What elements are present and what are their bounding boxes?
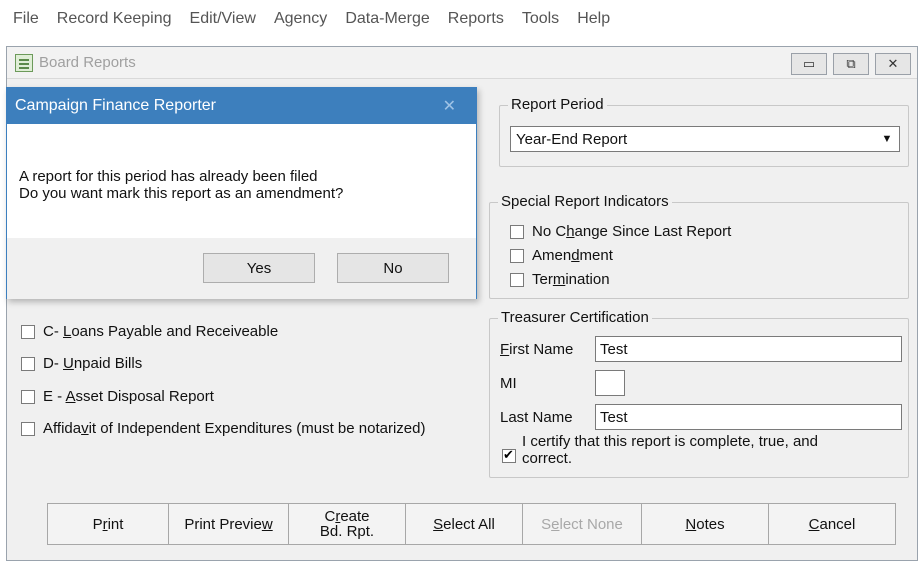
notes-button[interactable]: Notes	[641, 503, 769, 545]
window-titlebar: Board Reports ▭ ⧉ ✕	[7, 47, 917, 79]
special-indicators-label: Special Report Indicators	[498, 193, 672, 210]
schedule-e-label: E - Asset Disposal Report	[43, 388, 214, 405]
window-controls: ▭ ⧉ ✕	[791, 53, 911, 75]
menu-data-merge[interactable]: Data-Merge	[336, 10, 438, 28]
dialog-title: Campaign Finance Reporter	[15, 97, 216, 114]
amendment-label: Amendment	[532, 247, 613, 264]
checkbox-box[interactable]	[21, 356, 35, 371]
no-button[interactable]: No	[337, 253, 449, 283]
checkbox-box[interactable]	[510, 248, 524, 263]
menu-tools[interactable]: Tools	[513, 10, 568, 28]
dialog-close-icon[interactable]: ✕	[443, 96, 456, 116]
select-none-button: Select None	[522, 503, 642, 545]
certify-text-line2: correct.	[522, 450, 573, 467]
special-indicators-group: Special Report Indicators No Change Sinc…	[489, 193, 909, 299]
menu-reports[interactable]: Reports	[439, 10, 513, 28]
dialog-message: A report for this period has already bee…	[19, 168, 343, 202]
checkbox-box[interactable]	[510, 272, 524, 287]
maximize-button[interactable]: ⧉	[833, 53, 869, 75]
schedule-c-checkbox[interactable]: C- Loans Payable and Receiveable	[21, 323, 278, 340]
certify-text: I certify that this report is complete, …	[522, 433, 902, 467]
checkbox-box[interactable]	[21, 389, 35, 404]
menu-agency[interactable]: Agency	[265, 10, 336, 28]
yes-button[interactable]: Yes	[203, 253, 315, 283]
amendment-confirm-dialog: Campaign Finance Reporter ✕ A report for…	[6, 87, 477, 299]
print-button[interactable]: Print	[47, 503, 169, 545]
menu-file[interactable]: File	[4, 10, 48, 28]
last-name-input[interactable]: Test	[595, 404, 902, 430]
menu-bar: File Record Keeping Edit/View Agency Dat…	[0, 0, 922, 38]
dialog-message-line1: A report for this period has already bee…	[19, 168, 318, 185]
checkbox-box[interactable]	[510, 224, 524, 239]
termination-label: Termination	[532, 271, 610, 288]
certify-text-line1: I certify that this report is complete, …	[522, 433, 818, 450]
dropdown-arrow-icon[interactable]: ▼	[877, 129, 897, 149]
dialog-titlebar: Campaign Finance Reporter ✕	[7, 88, 476, 124]
report-period-value: Year-End Report	[516, 130, 628, 148]
menu-record-keeping[interactable]: Record Keeping	[48, 10, 181, 28]
cancel-button[interactable]: Cancel	[768, 503, 896, 545]
treasurer-certification-label: Treasurer Certification	[498, 309, 652, 326]
menu-help[interactable]: Help	[568, 10, 619, 28]
no-change-label: No Change Since Last Report	[532, 223, 732, 240]
certify-checkbox[interactable]	[502, 447, 516, 463]
create-bd-rpt-button[interactable]: Create Bd. Rpt.	[288, 503, 406, 545]
dialog-message-line2: Do you want mark this report as an amend…	[19, 185, 344, 202]
checkbox-box[interactable]	[21, 421, 35, 436]
print-preview-button[interactable]: Print Preview	[168, 503, 289, 545]
first-name-value: Test	[600, 340, 628, 358]
amendment-checkbox[interactable]: Amendment	[510, 247, 613, 264]
first-name-label: First Name	[500, 341, 574, 358]
schedule-e-checkbox[interactable]: E - Asset Disposal Report	[21, 388, 214, 405]
report-period-label: Report Period	[508, 96, 607, 113]
termination-checkbox[interactable]: Termination	[510, 271, 610, 288]
last-name-label: Last Name	[500, 409, 573, 426]
last-name-value: Test	[600, 408, 628, 426]
report-period-group: Report Period Year-End Report ▼	[499, 96, 909, 167]
schedule-d-checkbox[interactable]: D- Unpaid Bills	[21, 355, 142, 372]
treasurer-certification-group: Treasurer Certification First Name Test …	[489, 309, 909, 478]
window-title: Board Reports	[39, 54, 136, 71]
app-icon	[15, 53, 33, 72]
close-button[interactable]: ✕	[875, 53, 911, 75]
schedule-d-label: D- Unpaid Bills	[43, 355, 143, 372]
dialog-footer: Yes No	[7, 238, 476, 299]
select-all-button[interactable]: Select All	[405, 503, 523, 545]
no-change-checkbox[interactable]: No Change Since Last Report	[510, 223, 731, 240]
minimize-button[interactable]: ▭	[791, 53, 827, 75]
affidavit-label: Affidavit of Independent Expenditures (m…	[43, 420, 426, 437]
mi-input[interactable]	[595, 370, 625, 396]
affidavit-checkbox[interactable]: Affidavit of Independent Expenditures (m…	[21, 420, 425, 437]
schedule-c-label: C- Loans Payable and Receiveable	[43, 323, 279, 340]
checkbox-box[interactable]	[21, 324, 35, 339]
menu-edit-view[interactable]: Edit/View	[181, 10, 265, 28]
mi-label: MI	[500, 375, 517, 392]
report-period-select[interactable]: Year-End Report ▼	[510, 126, 900, 152]
first-name-input[interactable]: Test	[595, 336, 902, 362]
